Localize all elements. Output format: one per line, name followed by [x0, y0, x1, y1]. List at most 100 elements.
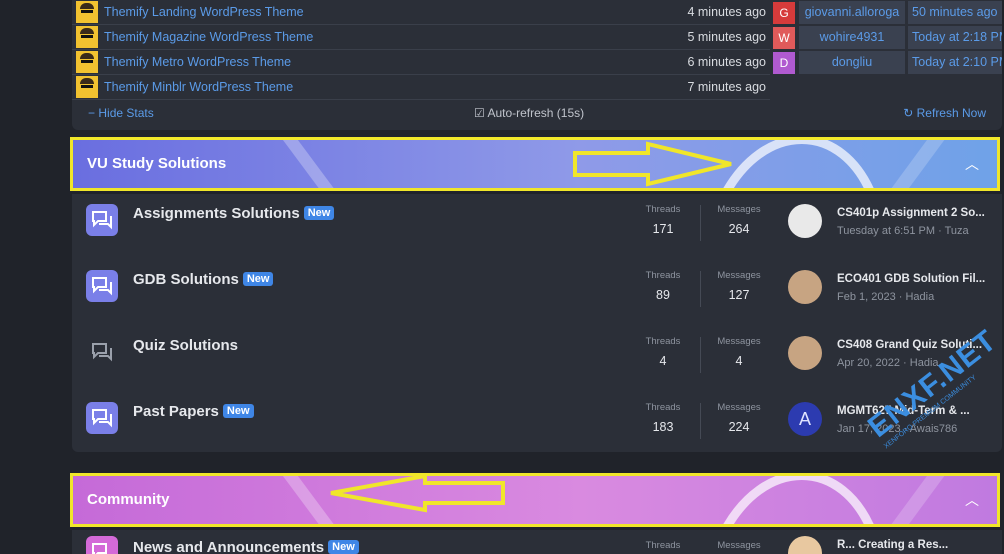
- list-item: G giovanni.alloroga 50 minutes ago: [772, 0, 1002, 25]
- messages-stat: Messages 264: [705, 204, 773, 236]
- node-title-text[interactable]: GDB Solutions: [133, 271, 239, 288]
- hide-stats-button[interactable]: − Hide Stats: [88, 106, 154, 120]
- threads-count: 171: [652, 222, 674, 236]
- refresh-now-label: Refresh Now: [916, 106, 986, 120]
- forum-stats-panel: Themify Landing WordPress Theme 4 minute…: [72, 0, 1002, 130]
- new-badge: New: [303, 206, 335, 220]
- node-title-text[interactable]: Assignments Solutions: [133, 205, 300, 222]
- category-header[interactable]: VU Study Solutions ︿: [70, 137, 1000, 191]
- threads-count: 183: [652, 420, 674, 434]
- user-avatar[interactable]: [76, 51, 98, 73]
- threads-stat: Threads 171: [634, 204, 692, 236]
- list-item: Themify Metro WordPress Theme 6 minutes …: [72, 50, 770, 75]
- node-title-link[interactable]: News and Announcements New: [133, 539, 359, 554]
- auto-refresh-toggle[interactable]: ☑ Auto-refresh (15s): [474, 106, 584, 120]
- messages-label: Messages: [717, 402, 761, 413]
- chat-bubbles-icon[interactable]: [86, 402, 118, 434]
- threads-count: 89: [656, 288, 670, 302]
- stat-divider: [700, 205, 701, 241]
- checkbox-icon[interactable]: ☑: [474, 106, 485, 120]
- messages-stat: Messages: [705, 540, 773, 551]
- node-title-link[interactable]: Assignments Solutions New: [133, 205, 335, 222]
- messages-label: Messages: [717, 270, 761, 281]
- stat-divider: [700, 271, 701, 307]
- member-avatar[interactable]: G: [773, 1, 795, 24]
- latest-threads-list: Themify Landing WordPress Theme 4 minute…: [72, 0, 770, 100]
- member-avatar[interactable]: W: [773, 26, 795, 49]
- thread-link[interactable]: Themify Landing WordPress Theme: [104, 5, 678, 19]
- last-poster-avatar[interactable]: [788, 270, 822, 304]
- list-item: Themify Magazine WordPress Theme 5 minut…: [72, 25, 770, 50]
- member-link[interactable]: giovanni.alloroga: [799, 1, 905, 24]
- thread-time: 7 minutes ago: [687, 80, 766, 94]
- stat-divider: [700, 403, 701, 439]
- messages-label: Messages: [717, 204, 761, 215]
- last-poster-avatar[interactable]: [788, 336, 822, 370]
- last-post-link[interactable]: CS401p Assignment 2 So...: [837, 207, 989, 219]
- last-post-meta[interactable]: Apr 20, 2022 · Hadia: [837, 357, 939, 369]
- messages-stat: Messages 224: [705, 402, 773, 434]
- refresh-now-button[interactable]: ↻ Refresh Now: [903, 106, 986, 120]
- member-avatar[interactable]: D: [773, 51, 795, 74]
- last-post-meta[interactable]: Tuesday at 6:51 PM · Tuza: [837, 225, 969, 237]
- threads-count: 4: [659, 354, 667, 368]
- chat-bubbles-icon[interactable]: [86, 336, 118, 368]
- messages-count: 224: [728, 420, 750, 434]
- forum-node: Assignments Solutions New Threads 171 Mes…: [72, 194, 1002, 260]
- list-item: Themify Minblr WordPress Theme 7 minutes…: [72, 75, 770, 100]
- chat-bubbles-icon[interactable]: [86, 204, 118, 236]
- last-poster-avatar[interactable]: A: [788, 402, 822, 436]
- stat-divider: [700, 337, 701, 373]
- user-avatar[interactable]: [76, 76, 98, 98]
- messages-stat: Messages 127: [705, 270, 773, 302]
- threads-stat: Threads 89: [634, 270, 692, 302]
- user-avatar[interactable]: [76, 1, 98, 23]
- node-title-link[interactable]: Quiz Solutions: [133, 337, 238, 354]
- chevron-up-icon[interactable]: ︿: [965, 476, 979, 524]
- chevron-up-icon[interactable]: ︿: [965, 140, 979, 188]
- chat-bubbles-icon[interactable]: [86, 270, 118, 302]
- last-poster-avatar[interactable]: [788, 204, 822, 238]
- thread-time: 4 minutes ago: [687, 5, 766, 19]
- auto-refresh-label: Auto-refresh (15s): [487, 106, 585, 120]
- node-title-link[interactable]: GDB Solutions New: [133, 271, 274, 288]
- category-title[interactable]: VU Study Solutions: [87, 140, 226, 188]
- last-post-link[interactable]: ECO401 GDB Solution Fil...: [837, 273, 989, 285]
- threads-stat: Threads 4: [634, 336, 692, 368]
- last-post-link[interactable]: R... Creating a Res...: [837, 539, 989, 551]
- threads-label: Threads: [645, 336, 681, 347]
- node-title-text[interactable]: News and Announcements: [133, 539, 324, 554]
- messages-count: 4: [735, 354, 743, 368]
- member-time[interactable]: Today at 2:10 PM: [908, 51, 1002, 74]
- member-time[interactable]: Today at 2:18 PM: [908, 26, 1002, 49]
- node-title-text[interactable]: Past Papers: [133, 403, 219, 420]
- node-title-text[interactable]: Quiz Solutions: [133, 337, 238, 354]
- new-badge: New: [242, 272, 274, 286]
- last-post-meta[interactable]: Feb 1, 2023 · Hadia: [837, 291, 934, 303]
- list-item: Themify Landing WordPress Theme 4 minute…: [72, 0, 770, 25]
- category-header[interactable]: Community ︿: [70, 473, 1000, 527]
- messages-stat: Messages 4: [705, 336, 773, 368]
- member-link[interactable]: wohire4931: [799, 26, 905, 49]
- threads-label: Threads: [645, 204, 681, 215]
- threads-label: Threads: [645, 540, 681, 551]
- threads-stat: Threads: [634, 540, 692, 551]
- member-link[interactable]: dongliu: [799, 51, 905, 74]
- user-avatar[interactable]: [76, 26, 98, 48]
- forum-node: Past Papers New Threads 183 Messages 224 …: [72, 392, 1002, 458]
- forum-node: News and Announcements New Threads Messag…: [72, 530, 1002, 554]
- category-title[interactable]: Community: [87, 476, 170, 524]
- thread-time: 5 minutes ago: [687, 30, 766, 44]
- threads-stat: Threads 183: [634, 402, 692, 434]
- thread-link[interactable]: Themify Magazine WordPress Theme: [104, 30, 678, 44]
- new-badge: New: [328, 540, 359, 554]
- last-poster-avatar[interactable]: [788, 536, 822, 554]
- thread-link[interactable]: Themify Minblr WordPress Theme: [104, 80, 678, 94]
- thread-link[interactable]: Themify Metro WordPress Theme: [104, 55, 678, 69]
- member-time[interactable]: 50 minutes ago: [908, 1, 1002, 24]
- chat-bubbles-icon[interactable]: [86, 536, 118, 554]
- new-badge: New: [222, 404, 254, 418]
- list-item: D dongliu Today at 2:10 PM: [772, 50, 1002, 75]
- hide-stats-label: Hide Stats: [98, 106, 154, 120]
- node-title-link[interactable]: Past Papers New: [133, 403, 254, 420]
